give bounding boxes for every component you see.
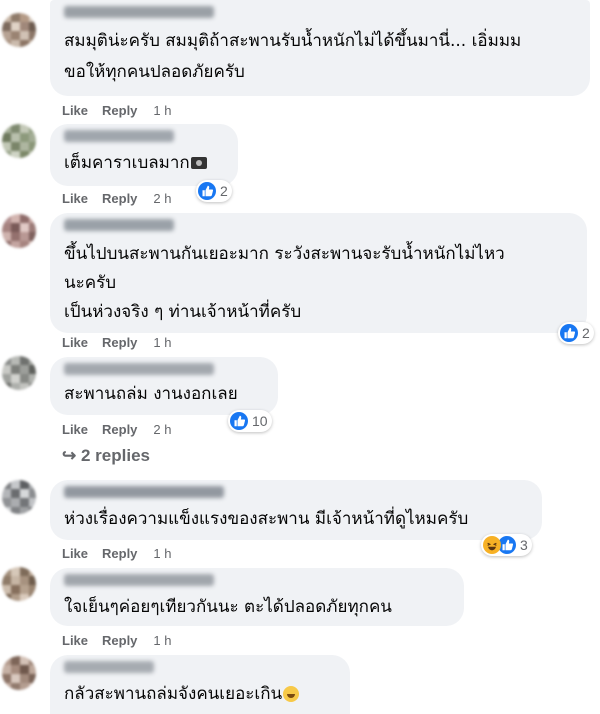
commenter-name-blurred[interactable] xyxy=(64,6,214,18)
reaction-summary[interactable]: 2 xyxy=(196,180,232,202)
avatar[interactable] xyxy=(2,480,36,514)
comment-bubble: ห่วงเรื่องความแข็งแรงของสะพาน มีเจ้าหน้า… xyxy=(50,480,542,540)
reaction-count: 2 xyxy=(220,183,228,199)
comment-bubble: สมมุติน่ะครับ สมมุติถ้าสะพานรับน้ำหนักไม… xyxy=(50,0,590,96)
reaction-summary[interactable]: 3 xyxy=(481,534,532,556)
comment-text-line: สะพานถล่ม งานงอกเลย xyxy=(64,384,238,404)
comment-bubble: ใจเย็นๆค่อยๆเทียวกันนะ ตะได้ปลอดภัยทุกคน xyxy=(50,568,464,626)
like-icon xyxy=(230,412,248,430)
reply-link[interactable]: Reply xyxy=(102,103,137,118)
comment-bubble: สะพานถล่ม งานงอกเลย xyxy=(50,357,278,415)
commenter-name-blurred[interactable] xyxy=(64,574,214,586)
comment-actions: Like Reply 1 h xyxy=(62,546,186,561)
smile-emoji-icon xyxy=(283,686,300,702)
comment-text-line: ห่วงเรื่องความแข็งแรงของสะพาน มีเจ้าหน้า… xyxy=(64,509,469,529)
comment-actions: Like Reply 2 h xyxy=(62,191,186,206)
reaction-count: 3 xyxy=(520,537,528,553)
like-icon xyxy=(560,324,578,342)
timestamp[interactable]: 1 h xyxy=(153,546,171,561)
timestamp[interactable]: 2 h xyxy=(153,191,171,206)
avatar[interactable] xyxy=(2,124,36,158)
comment-text-line: กลัวสะพานถล่มจังคนเยอะเกิน xyxy=(64,679,300,710)
commenter-name-blurred[interactable] xyxy=(64,486,224,498)
like-link[interactable]: Like xyxy=(62,191,88,206)
view-replies-link[interactable]: ↪ 2 replies xyxy=(62,446,150,466)
avatar[interactable] xyxy=(2,13,36,47)
comment-text-line: ใจเย็นๆค่อยๆเทียวกันนะ ตะได้ปลอดภัยทุกคน xyxy=(64,597,392,617)
reply-link[interactable]: Reply xyxy=(102,422,137,437)
like-link[interactable]: Like xyxy=(62,633,88,648)
reaction-count: 2 xyxy=(582,325,590,341)
comment-actions: Like Reply 1 h xyxy=(62,633,186,648)
like-link[interactable]: Like xyxy=(62,335,88,350)
avatar[interactable] xyxy=(2,567,36,601)
camera-emoji-icon xyxy=(190,157,207,169)
comment-text-line: สมมุติน่ะครับ สมมุติถ้าสะพานรับน้ำหนักไม… xyxy=(64,31,522,51)
timestamp[interactable]: 1 h xyxy=(153,335,171,350)
comment-text-line: เป็นห่วงจริง ๆ ท่านเจ้าหน้าที่ครับ xyxy=(64,302,302,322)
timestamp[interactable]: 1 h xyxy=(153,103,171,118)
reaction-count: 10 xyxy=(252,413,268,429)
comment-actions: Like Reply 1 h xyxy=(62,103,186,118)
avatar[interactable] xyxy=(2,356,36,390)
like-link[interactable]: Like xyxy=(62,103,88,118)
comment-text-line: ขอให้ทุกคนปลอดภัยครับ xyxy=(64,62,245,82)
view-replies-label: 2 replies xyxy=(80,446,150,465)
commenter-name-blurred[interactable] xyxy=(64,661,154,673)
comment-bubble: ขึ้นไปบนสะพานกันเยอะมาก ระวังสะพานจะรับน… xyxy=(50,213,587,333)
like-link[interactable]: Like xyxy=(62,422,88,437)
comment-actions: Like Reply 2 h xyxy=(62,422,186,437)
haha-icon xyxy=(483,536,501,554)
reply-link[interactable]: Reply xyxy=(102,335,137,350)
commenter-name-blurred[interactable] xyxy=(64,219,174,231)
reply-link[interactable]: Reply xyxy=(102,633,137,648)
avatar[interactable] xyxy=(2,214,36,248)
reaction-summary[interactable]: 2 xyxy=(558,322,594,344)
comment-bubble: เต็มคาราเบลมาก xyxy=(50,124,238,186)
comment-text-line: ขึ้นไปบนสะพานกันเยอะมาก ระวังสะพานจะรับน… xyxy=(64,244,505,264)
comment-actions: Like Reply 1 h xyxy=(62,335,186,350)
timestamp[interactable]: 1 h xyxy=(153,633,171,648)
comment-text-line: นะครับ xyxy=(64,273,117,293)
like-link[interactable]: Like xyxy=(62,546,88,561)
reply-link[interactable]: Reply xyxy=(102,191,137,206)
timestamp[interactable]: 2 h xyxy=(153,422,171,437)
comment-text: กลัวสะพานถล่มจังคนเยอะเกิน xyxy=(64,684,283,704)
commenter-name-blurred[interactable] xyxy=(64,363,214,375)
comment-text: เต็มคาราเบลมาก xyxy=(64,153,190,173)
comment-bubble: กลัวสะพานถล่มจังคนเยอะเกิน xyxy=(50,655,350,714)
commenter-name-blurred[interactable] xyxy=(64,130,174,142)
comment-text-line: เต็มคาราเบลมาก xyxy=(64,148,207,179)
reaction-summary[interactable]: 10 xyxy=(228,410,272,432)
like-icon xyxy=(198,182,216,200)
reply-arrow-icon: ↪ xyxy=(62,446,77,465)
avatar[interactable] xyxy=(2,656,36,690)
reply-link[interactable]: Reply xyxy=(102,546,137,561)
